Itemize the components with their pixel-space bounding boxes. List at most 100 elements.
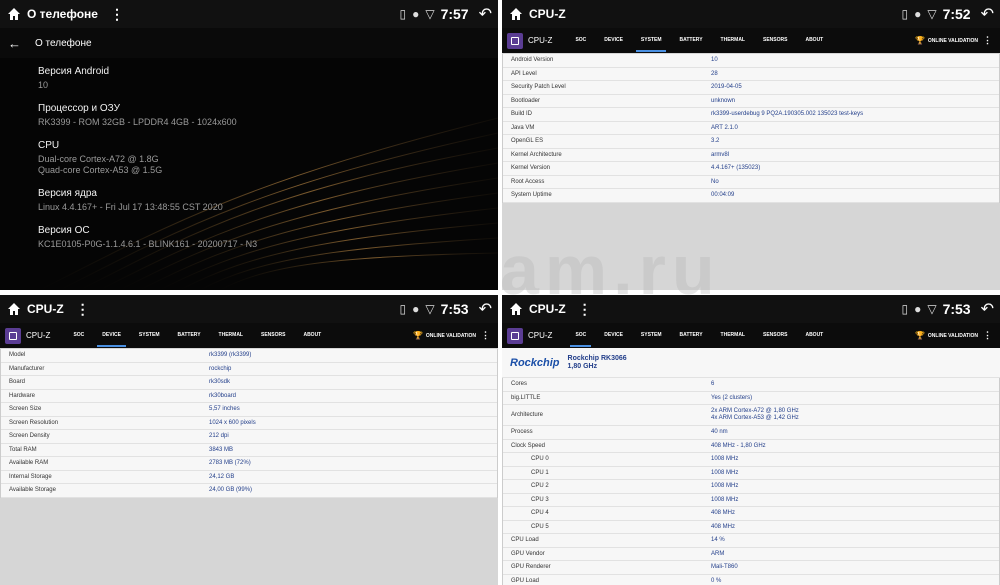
row-key: Screen Size (9, 406, 42, 413)
table-row: Clock Speed 408 MHz - 1,80 GHz (503, 440, 999, 453)
row-key: Available RAM (9, 460, 49, 467)
tab-soc[interactable]: SOC (64, 323, 93, 348)
more-menu-icon[interactable]: ⋮ (76, 301, 90, 318)
table-row: API Level 28 (503, 68, 999, 81)
home-icon[interactable] (6, 6, 22, 22)
row-value: 2x ARM Cortex-A72 @ 1,80 GHz 4x ARM Cort… (711, 408, 799, 421)
row-key: big.LITTLE (511, 394, 541, 401)
item-label: CPU (38, 140, 60, 151)
clock: 7:57 (440, 6, 469, 22)
back-icon[interactable]: ↶ (981, 4, 994, 24)
about-phone-screen: О телефоне ⋮ ▯ ● ▽ 7:57 ↶ ← О телефоне В… (0, 0, 498, 290)
more-menu-icon[interactable]: ⋮ (110, 6, 124, 23)
online-validation-button[interactable]: 🏆 ONLINE VALIDATION (915, 323, 978, 348)
clock: 7:52 (942, 6, 971, 22)
row-value: unknown (711, 97, 736, 104)
app-title: CPU-Z (529, 7, 566, 21)
item-value: RK3399 - ROM 32GB - LPDDR4 4GB - 1024x60… (38, 117, 237, 127)
tab-thermal[interactable]: THERMAL (210, 323, 252, 348)
row-key: Security Patch Level (511, 84, 566, 91)
tab-sensors[interactable]: SENSORS (252, 323, 294, 348)
tab-about[interactable]: ABOUT (796, 28, 832, 53)
item-value: Dual-core Cortex-A72 @ 1.8G Quad-core Co… (38, 154, 163, 175)
table-row: Total RAM 3843 MB (1, 444, 497, 457)
watermark: am.ru (500, 231, 721, 309)
tab-battery[interactable]: BATTERY (670, 28, 711, 53)
row-key: Root Access (511, 178, 545, 185)
clock: 7:53 (942, 301, 971, 317)
tab-device[interactable]: DEVICE (93, 323, 130, 348)
list-item[interactable]: Версия Android 10 (38, 66, 488, 91)
tab-device[interactable]: DEVICE (595, 323, 632, 348)
device-info-table: Model rk3399 (rk3399) Manufacturer rockchi… (0, 349, 498, 498)
row-key: Process (511, 429, 533, 436)
home-icon[interactable] (6, 301, 22, 317)
tab-system[interactable]: SYSTEM (632, 28, 671, 53)
row-value: Yes (2 clusters) (711, 394, 753, 401)
tab-about[interactable]: ABOUT (796, 323, 832, 348)
list-item[interactable]: Процессор и ОЗУ RK3399 - ROM 32GB - LPDD… (38, 103, 488, 128)
tab-battery[interactable]: BATTERY (670, 323, 711, 348)
list-item[interactable]: Версия ОС KC1E0105-P0G-1.1.4.6.1 - BLINK… (38, 225, 488, 250)
list-item[interactable]: CPU Dual-core Cortex-A72 @ 1.8G Quad-cor… (38, 140, 488, 176)
table-row: CPU 2 1008 MHz (503, 480, 999, 494)
tab-soc[interactable]: SOC (566, 323, 595, 348)
page-title: О телефоне (35, 37, 92, 49)
row-value: rk30board (209, 392, 237, 399)
row-value: 3.2 (711, 138, 720, 145)
tab-device[interactable]: DEVICE (595, 28, 632, 53)
tab-sensors[interactable]: SENSORS (754, 28, 796, 53)
online-validation-button[interactable]: 🏆 ONLINE VALIDATION (413, 323, 476, 348)
table-row: big.LITTLE Yes (2 clusters) (503, 392, 999, 405)
tab-battery[interactable]: BATTERY (168, 323, 209, 348)
row-value: 1008 MHz (711, 496, 739, 503)
tab-sensors[interactable]: SENSORS (754, 323, 796, 348)
cpuz-logo-icon (507, 327, 523, 344)
table-row: System Uptime 00:04:09 (503, 189, 999, 203)
rockchip-logo: Rockchip (510, 356, 560, 369)
row-key: Internal Storage (9, 473, 52, 480)
table-row: Architecture 2x ARM Cortex-A72 @ 1,80 GHz… (503, 405, 999, 426)
row-key: Android Version (511, 57, 554, 64)
row-key: Clock Speed (511, 442, 546, 449)
back-arrow-icon[interactable]: ← (8, 36, 21, 51)
cpuz-soc-screen: CPU-Z ⋮ ▯ ● ▽ 7:53 ↶ CPU-Z SOC DEVICE SY… (502, 295, 1000, 585)
tab-about[interactable]: ABOUT (294, 323, 330, 348)
list-item[interactable]: Версия ядра Linux 4.4.167+ - Fri Jul 17 … (38, 188, 488, 213)
more-menu-icon[interactable]: ⋮ (983, 28, 992, 53)
location-icon: ● (412, 302, 420, 316)
online-validation-button[interactable]: 🏆 ONLINE VALIDATION (915, 28, 978, 53)
status-bar: О телефоне ⋮ ▯ ● ▽ 7:57 ↶ (0, 0, 498, 28)
back-icon[interactable]: ↶ (981, 299, 994, 319)
row-value: 14 % (711, 537, 725, 544)
tab-soc[interactable]: SOC (566, 28, 595, 53)
table-row: Java VM ART 2.1.0 (503, 122, 999, 135)
app-name: CPU-Z (528, 331, 553, 340)
item-label: Версия ОС (38, 225, 90, 236)
item-label: Версия Android (38, 66, 110, 77)
back-icon[interactable]: ↶ (479, 4, 492, 24)
tab-thermal[interactable]: THERMAL (712, 323, 754, 348)
row-value: 5,57 inches (209, 406, 240, 413)
table-row: Manufacturer rockchip (1, 363, 497, 376)
more-menu-icon[interactable]: ⋮ (481, 323, 490, 348)
home-icon[interactable] (508, 6, 524, 22)
wifi-icon: ▽ (425, 302, 435, 316)
tab-system[interactable]: SYSTEM (130, 323, 169, 348)
tab-thermal[interactable]: THERMAL (712, 28, 754, 53)
back-icon[interactable]: ↶ (479, 299, 492, 319)
table-row: CPU 0 1008 MHz (503, 453, 999, 467)
chip-header: Rockchip Rockchip RK3066 1,80 GHz (502, 348, 1000, 378)
tab-system[interactable]: SYSTEM (632, 323, 671, 348)
more-menu-icon[interactable]: ⋮ (983, 323, 992, 348)
row-value: armv8l (711, 151, 730, 158)
app-title: CPU-Z (27, 302, 64, 316)
row-value: 6 (711, 381, 715, 388)
chip-frequency: 1,80 GHz (567, 362, 598, 370)
trophy-icon: 🏆 (412, 331, 423, 340)
row-key: CPU 5 (531, 523, 549, 530)
row-value: 28 (711, 70, 718, 77)
row-value: Mali-T860 (711, 564, 738, 571)
vibrate-icon: ▯ (901, 7, 909, 21)
row-key: Manufacturer (9, 365, 45, 372)
